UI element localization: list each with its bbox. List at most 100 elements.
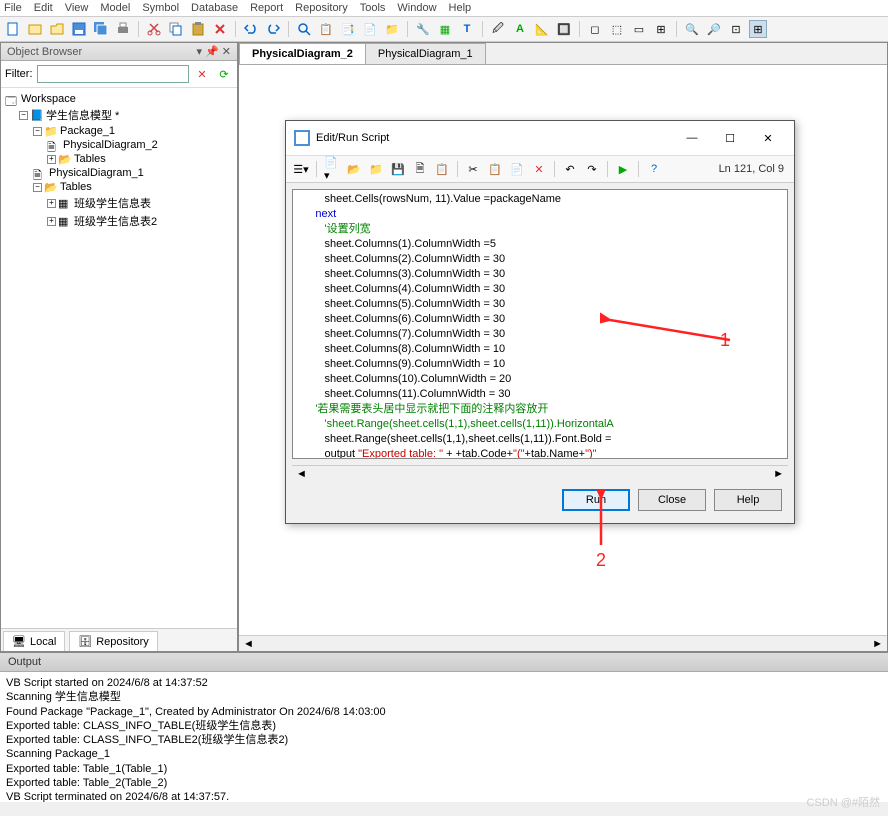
copy-icon[interactable]	[167, 20, 185, 38]
menu-model[interactable]: Model	[100, 2, 130, 14]
code-editor[interactable]: sheet.Cells(rowsNum, 11).Value =packageN…	[292, 189, 788, 459]
tool-icon[interactable]: 🔲	[555, 20, 573, 38]
tab-physicaldiagram-2[interactable]: PhysicalDiagram_2	[239, 43, 366, 64]
code-horizontal-scrollbar[interactable]: ◄►	[292, 465, 788, 481]
tool-icon[interactable]: ▭	[630, 20, 648, 38]
folder-icon: 📂	[44, 181, 58, 193]
tool-icon[interactable]: 📋	[433, 160, 451, 178]
new-icon[interactable]: 📄▾	[323, 160, 341, 178]
filter-refresh-icon[interactable]: ⟳	[215, 65, 233, 83]
delete-icon[interactable]	[211, 20, 229, 38]
expand-icon[interactable]: +	[47, 155, 56, 164]
menu-tools[interactable]: Tools	[360, 2, 386, 14]
tool-icon[interactable]: ⬚	[608, 20, 626, 38]
tree-package[interactable]: Package_1	[60, 125, 115, 137]
filter-label: Filter:	[5, 68, 33, 80]
menu-help[interactable]: Help	[449, 2, 472, 14]
paste-icon[interactable]	[189, 20, 207, 38]
menu-view[interactable]: View	[65, 2, 89, 14]
tool-icon[interactable]: ⊞	[749, 20, 767, 38]
undo-icon[interactable]: ↶	[561, 160, 579, 178]
tree-diagram[interactable]: PhysicalDiagram_1	[49, 167, 144, 179]
help-button[interactable]: Help	[714, 489, 782, 511]
collapse-icon[interactable]: −	[19, 111, 28, 120]
save-icon[interactable]: 💾	[389, 160, 407, 178]
print-icon[interactable]	[114, 20, 132, 38]
tool-icon[interactable]: ⊡	[727, 20, 745, 38]
collapse-icon[interactable]: −	[33, 183, 42, 192]
tool-icon[interactable]: A	[511, 20, 529, 38]
close-button[interactable]: Close	[638, 489, 706, 511]
menu-report[interactable]: Report	[250, 2, 283, 14]
tab-physicaldiagram-1[interactable]: PhysicalDiagram_1	[365, 43, 486, 64]
close-panel-icon[interactable]: ✕	[222, 46, 231, 58]
tab-local[interactable]: 🖥Local	[3, 631, 65, 651]
find-icon[interactable]	[295, 20, 313, 38]
copy-icon[interactable]: 📋	[486, 160, 504, 178]
tool-icon[interactable]: ⊞	[652, 20, 670, 38]
tool-icon[interactable]: T	[458, 20, 476, 38]
cursor-position: Ln 121, Col 9	[715, 163, 788, 175]
close-button[interactable]: ✕	[750, 127, 786, 149]
separator	[407, 21, 408, 37]
tree-workspace[interactable]: Workspace	[21, 93, 76, 105]
run-button[interactable]: Run	[562, 489, 630, 511]
output-body[interactable]: VB Script started on 2024/6/8 at 14:37:5…	[0, 672, 888, 802]
menu-database[interactable]: Database	[191, 2, 238, 14]
expand-icon[interactable]: +	[47, 217, 56, 226]
tool-icon[interactable]: ▦	[436, 20, 454, 38]
tree-tables[interactable]: Tables	[74, 153, 106, 165]
tool-icon[interactable]: 📁	[383, 20, 401, 38]
menu-symbol[interactable]: Symbol	[142, 2, 179, 14]
run-icon[interactable]: ▶	[614, 160, 632, 178]
menu-window[interactable]: Window	[397, 2, 436, 14]
tree-table[interactable]: 班级学生信息表2	[74, 213, 157, 229]
separator	[676, 21, 677, 37]
cut-icon[interactable]	[145, 20, 163, 38]
tool-icon[interactable]: 📑	[339, 20, 357, 38]
tree-model[interactable]: 学生信息模型 *	[46, 107, 119, 123]
open-icon[interactable]: 📂	[345, 160, 363, 178]
dialog-titlebar[interactable]: Edit/Run Script — ☐ ✕	[286, 121, 794, 156]
paste-icon[interactable]: 📄	[508, 160, 526, 178]
filter-input[interactable]	[37, 65, 190, 83]
delete-icon[interactable]: ✕	[530, 160, 548, 178]
cut-icon[interactable]: ✂	[464, 160, 482, 178]
tool-icon[interactable]: ◻	[586, 20, 604, 38]
saveall-icon[interactable]: 🗎	[411, 160, 429, 178]
tree-table[interactable]: 班级学生信息表	[74, 195, 151, 211]
tool-icon[interactable]: 📄	[361, 20, 379, 38]
saveall-icon[interactable]	[92, 20, 110, 38]
table-icon: ▦	[58, 197, 72, 209]
minimize-button[interactable]: —	[674, 127, 710, 149]
menu-edit[interactable]: Edit	[34, 2, 53, 14]
pin-icon[interactable]: ▾ 📌	[196, 46, 218, 58]
help-icon[interactable]: ?	[645, 160, 663, 178]
tree-diagram[interactable]: PhysicalDiagram_2	[63, 139, 158, 151]
save-icon[interactable]	[70, 20, 88, 38]
menu-icon[interactable]: ☰▾	[292, 160, 310, 178]
tree-tables[interactable]: Tables	[60, 181, 92, 193]
tool-icon[interactable]: 🔎	[705, 20, 723, 38]
menu-file[interactable]: File	[4, 2, 22, 14]
tree-view[interactable]: 🗔Workspace −📘学生信息模型 * −📁Package_1 🗎Physi…	[1, 88, 237, 628]
filter-clear-icon[interactable]: ✕	[193, 65, 211, 83]
tab-repository[interactable]: 🗄Repository	[69, 631, 158, 651]
open-icon[interactable]	[48, 20, 66, 38]
redo-icon[interactable]: ↷	[583, 160, 601, 178]
tool-icon[interactable]: 📐	[533, 20, 551, 38]
maximize-button[interactable]: ☐	[712, 127, 748, 149]
new-icon[interactable]	[4, 20, 22, 38]
collapse-icon[interactable]: −	[33, 127, 42, 136]
tool-icon[interactable]: 📋	[317, 20, 335, 38]
expand-icon[interactable]: +	[47, 199, 56, 208]
menu-repository[interactable]: Repository	[295, 2, 348, 14]
horizontal-scrollbar[interactable]: ◄►	[239, 635, 887, 651]
tool-icon[interactable]: 🖉	[489, 20, 507, 38]
redo-icon[interactable]	[264, 20, 282, 38]
undo-icon[interactable]	[242, 20, 260, 38]
project-icon[interactable]	[26, 20, 44, 38]
tool-icon[interactable]: 🔧	[414, 20, 432, 38]
insert-icon[interactable]: 📁	[367, 160, 385, 178]
tool-icon[interactable]: 🔍	[683, 20, 701, 38]
